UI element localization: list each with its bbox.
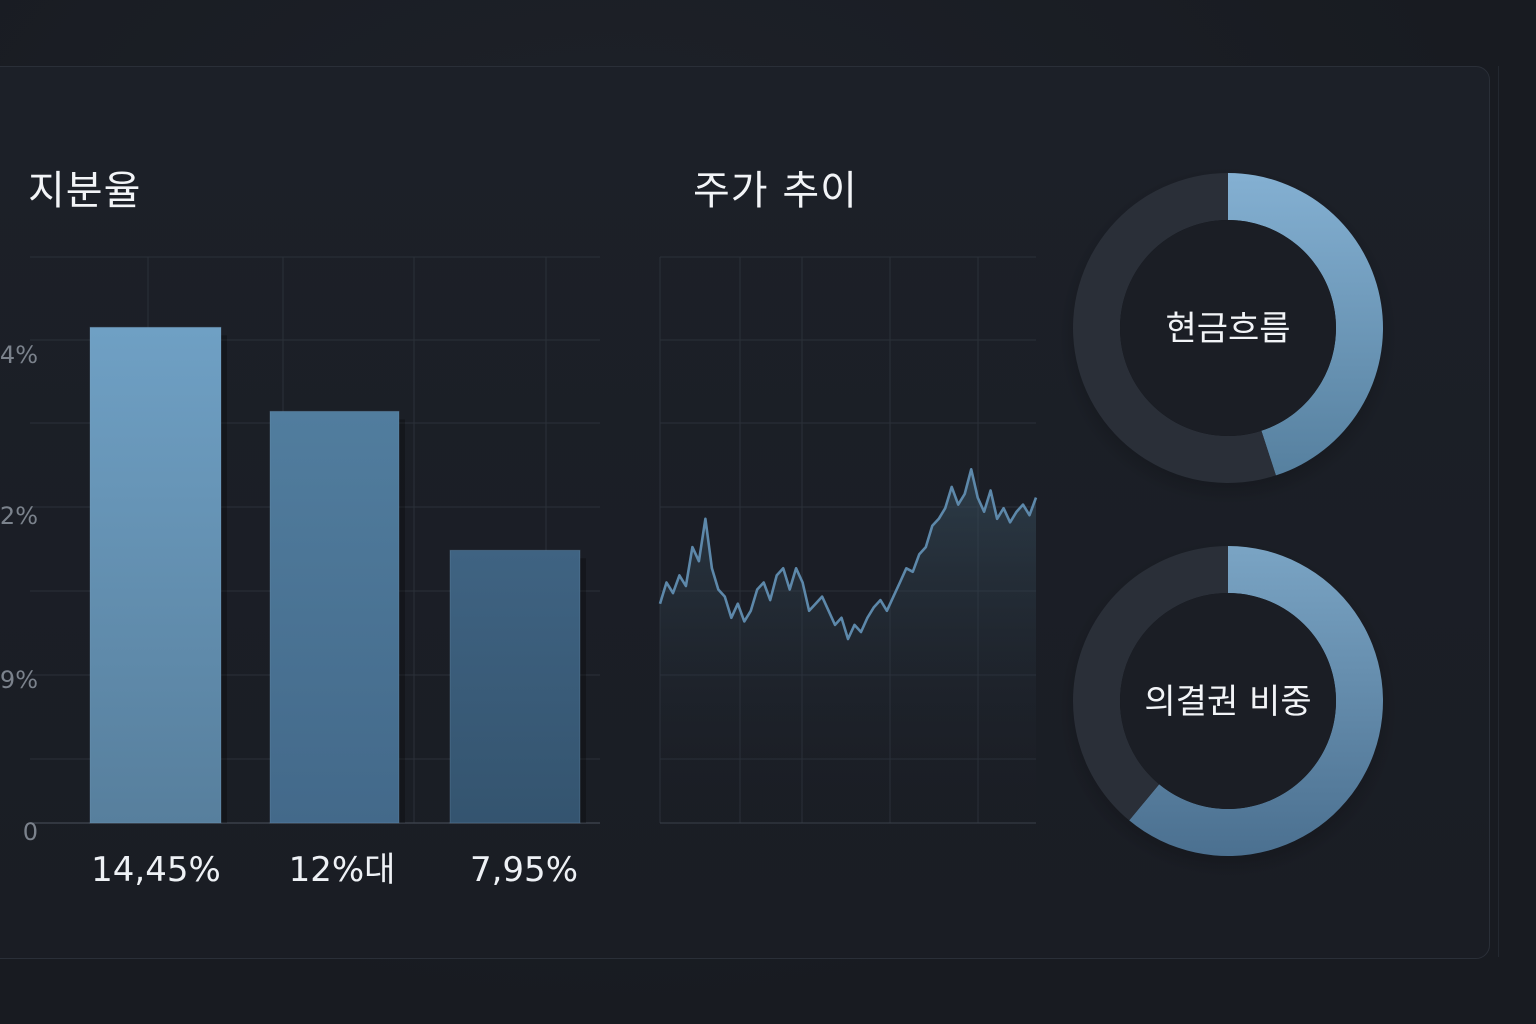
bar: [269, 410, 400, 824]
bar-chart-value-labels: 14,45% 12%대 7,95%: [91, 850, 578, 890]
bar: [89, 326, 222, 824]
donut-charts: 현금흐름의결권 비중: [1059, 167, 1397, 878]
bar-y-tick-label: 12%: [0, 502, 38, 530]
bar-value-label: 14,45%: [91, 850, 221, 890]
bar-value-label: 7,95%: [470, 850, 578, 890]
bar-chart-bars: [89, 326, 586, 824]
bar-y-tick-label: 0: [23, 818, 38, 846]
bar-y-tick-label: 19%: [0, 666, 38, 694]
bar-y-tick-label: 24%: [0, 341, 38, 369]
dashboard: 지분율 주가 추이 4% 2% 9% 0 14,45% 12%대 7,95% 현…: [0, 0, 1536, 1024]
bar-chart-y-ticks: 24% 12% 19% 0: [0, 341, 38, 846]
bar: [449, 549, 581, 824]
charts-svg: 24% 12% 19% 0 14,45% 12%대 7,95% 현금흐름의결권 비중: [0, 167, 1397, 890]
bar-value-label: 12%대: [289, 850, 396, 890]
donut-center-label: 의결권 비중: [1144, 682, 1311, 722]
line-chart-area: [658, 468, 1038, 823]
line-area-fill: [660, 469, 1036, 823]
donut-center-label: 현금흐름: [1165, 309, 1290, 349]
